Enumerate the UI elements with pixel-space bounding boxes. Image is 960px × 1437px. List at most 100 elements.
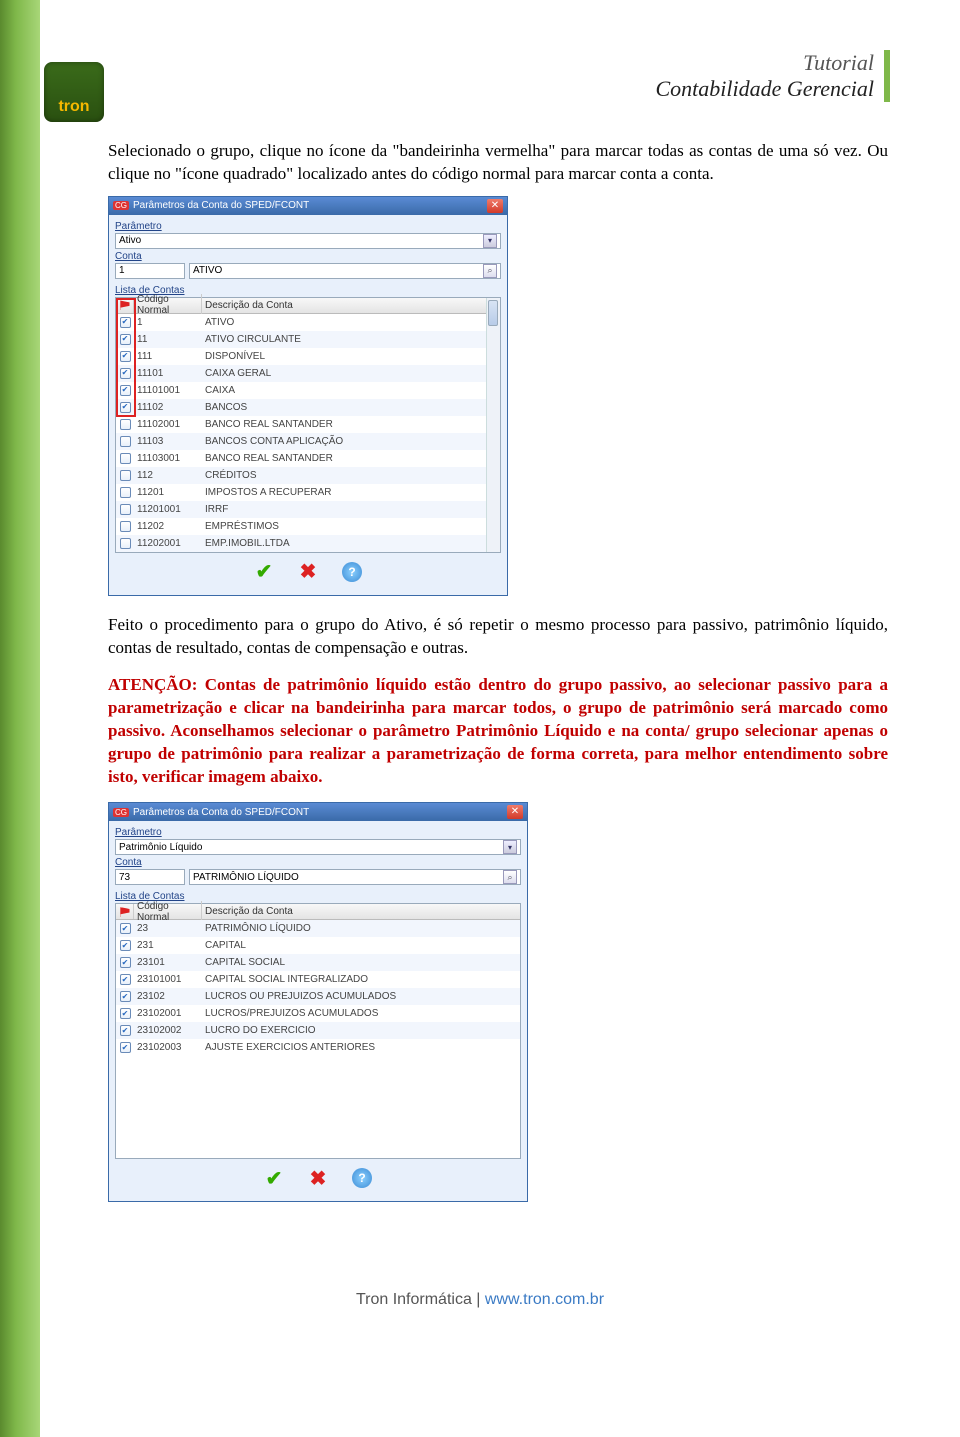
brand-logo: tron	[44, 62, 104, 122]
attention-label: ATENÇÃO:	[108, 675, 197, 694]
table-row[interactable]: 23101CAPITAL SOCIAL	[116, 954, 520, 971]
paragraph-2: Feito o procedimento para o grupo do Ati…	[108, 614, 888, 660]
table-row[interactable]: 23101001CAPITAL SOCIAL INTEGRALIZADO	[116, 971, 520, 988]
dialog-buttons: ✔ ✖ ?	[115, 553, 501, 589]
table-row[interactable]: 231CAPITAL	[116, 937, 520, 954]
conta-desc-input[interactable]: PATRIMÔNIO LÍQUIDO ⌕	[189, 869, 521, 885]
row-desc: EMP.IMOBIL.LTDA	[202, 538, 500, 549]
search-icon[interactable]: ⌕	[483, 264, 497, 278]
conta-code-input[interactable]: 1	[115, 263, 185, 279]
table-row[interactable]: 23102LUCROS OU PREJUIZOS ACUMULADOS	[116, 988, 520, 1005]
row-checkbox[interactable]	[120, 351, 131, 362]
table-row[interactable]: 11ATIVO CIRCULANTE	[116, 331, 500, 348]
row-checkbox[interactable]	[120, 368, 131, 379]
confirm-button[interactable]: ✔	[261, 1167, 287, 1189]
help-button[interactable]: ?	[349, 1167, 375, 1189]
row-code: 23101001	[134, 974, 202, 985]
row-checkbox[interactable]	[120, 538, 131, 549]
param-label: Parâmetro	[115, 221, 501, 232]
row-desc: CAIXA	[202, 385, 500, 396]
row-checkbox[interactable]	[120, 923, 131, 934]
table-row[interactable]: 11102001BANCO REAL SANTANDER	[116, 416, 500, 433]
help-icon: ?	[342, 562, 362, 582]
row-checkbox[interactable]	[120, 991, 131, 1002]
close-icon[interactable]: ✕	[487, 199, 503, 213]
chevron-down-icon[interactable]	[483, 234, 497, 248]
row-checkbox[interactable]	[120, 317, 131, 328]
row-checkbox[interactable]	[120, 436, 131, 447]
close-icon[interactable]: ✕	[507, 805, 523, 819]
confirm-button[interactable]: ✔	[251, 561, 277, 583]
row-checkbox[interactable]	[120, 334, 131, 345]
row-code: 23	[134, 923, 202, 934]
app-badge-icon: CG	[113, 808, 129, 817]
table-row[interactable]: 23102001LUCROS/PREJUIZOS ACUMULADOS	[116, 1005, 520, 1022]
scrollbar[interactable]	[486, 298, 500, 552]
flag-all-button[interactable]	[116, 904, 134, 919]
row-checkbox[interactable]	[120, 940, 131, 951]
dialog2-titlebar[interactable]: CG Parâmetros da Conta do SPED/FCONT ✕	[109, 803, 527, 821]
grid-body[interactable]: 23PATRIMÔNIO LÍQUIDO231CAPITAL23101CAPIT…	[116, 920, 520, 1158]
grid-body[interactable]: 1ATIVO11ATIVO CIRCULANTE111DISPONÍVEL111…	[116, 314, 500, 552]
table-row[interactable]: 11101001CAIXA	[116, 382, 500, 399]
page-header: Tutorial Contabilidade Gerencial	[655, 50, 890, 102]
table-row[interactable]: 11102BANCOS	[116, 399, 500, 416]
row-desc: IMPOSTOS A RECUPERAR	[202, 487, 500, 498]
row-checkbox[interactable]	[120, 385, 131, 396]
table-row[interactable]: 11202001EMP.IMOBIL.LTDA	[116, 535, 500, 552]
table-row[interactable]: 23102002LUCRO DO EXERCICIO	[116, 1022, 520, 1039]
conta-code-input[interactable]: 73	[115, 869, 185, 885]
row-checkbox[interactable]	[120, 487, 131, 498]
table-row[interactable]: 23PATRIMÔNIO LÍQUIDO	[116, 920, 520, 937]
cancel-button[interactable]: ✖	[305, 1167, 331, 1189]
row-code: 231	[134, 940, 202, 951]
table-row[interactable]: 1ATIVO	[116, 314, 500, 331]
chevron-down-icon[interactable]	[503, 840, 517, 854]
row-checkbox[interactable]	[120, 957, 131, 968]
row-checkbox[interactable]	[120, 1025, 131, 1036]
app-badge-icon: CG	[113, 201, 129, 210]
row-checkbox[interactable]	[120, 402, 131, 413]
scroll-thumb[interactable]	[488, 300, 498, 326]
col-desc: Descrição da Conta	[202, 300, 500, 311]
row-checkbox[interactable]	[120, 419, 131, 430]
table-row[interactable]: 112CRÉDITOS	[116, 467, 500, 484]
row-desc: BANCOS CONTA APLICAÇÃO	[202, 436, 500, 447]
cancel-button[interactable]: ✖	[295, 561, 321, 583]
dialog1-titlebar[interactable]: CG Parâmetros da Conta do SPED/FCONT ✕	[109, 197, 507, 215]
row-checkbox[interactable]	[120, 470, 131, 481]
row-desc: BANCO REAL SANTANDER	[202, 419, 500, 430]
row-code: 11101001	[134, 385, 202, 396]
row-code: 23102	[134, 991, 202, 1002]
flag-all-button[interactable]	[116, 298, 134, 313]
row-desc: CAPITAL	[202, 940, 520, 951]
row-code: 23102001	[134, 1008, 202, 1019]
row-checkbox[interactable]	[120, 974, 131, 985]
row-checkbox[interactable]	[120, 1042, 131, 1053]
side-watermark: Tutorial	[0, 1101, 6, 1267]
footer-company: Tron Informática	[356, 1291, 472, 1308]
accounts-grid-1: Código Normal Descrição da Conta 1ATIVO1…	[115, 297, 501, 553]
table-row[interactable]: 11103BANCOS CONTA APLICAÇÃO	[116, 433, 500, 450]
table-row[interactable]: 11101CAIXA GERAL	[116, 365, 500, 382]
param-label: Parâmetro	[115, 827, 521, 838]
table-row[interactable]: 11103001BANCO REAL SANTANDER	[116, 450, 500, 467]
table-row[interactable]: 11202EMPRÉSTIMOS	[116, 518, 500, 535]
row-checkbox[interactable]	[120, 453, 131, 464]
row-checkbox[interactable]	[120, 521, 131, 532]
row-code: 11201	[134, 487, 202, 498]
row-desc: DISPONÍVEL	[202, 351, 500, 362]
table-row[interactable]: 11201001IRRF	[116, 501, 500, 518]
dialog-buttons: ✔ ✖ ?	[115, 1159, 521, 1195]
param-combo[interactable]: Ativo	[115, 233, 501, 249]
conta-desc-input[interactable]: ATIVO ⌕	[189, 263, 501, 279]
help-button[interactable]: ?	[339, 561, 365, 583]
row-checkbox[interactable]	[120, 1008, 131, 1019]
help-icon: ?	[352, 1168, 372, 1188]
row-checkbox[interactable]	[120, 504, 131, 515]
param-combo[interactable]: Patrimônio Líquido	[115, 839, 521, 855]
table-row[interactable]: 23102003AJUSTE EXERCICIOS ANTERIORES	[116, 1039, 520, 1056]
table-row[interactable]: 11201IMPOSTOS A RECUPERAR	[116, 484, 500, 501]
table-row[interactable]: 111DISPONÍVEL	[116, 348, 500, 365]
search-icon[interactable]: ⌕	[503, 870, 517, 884]
